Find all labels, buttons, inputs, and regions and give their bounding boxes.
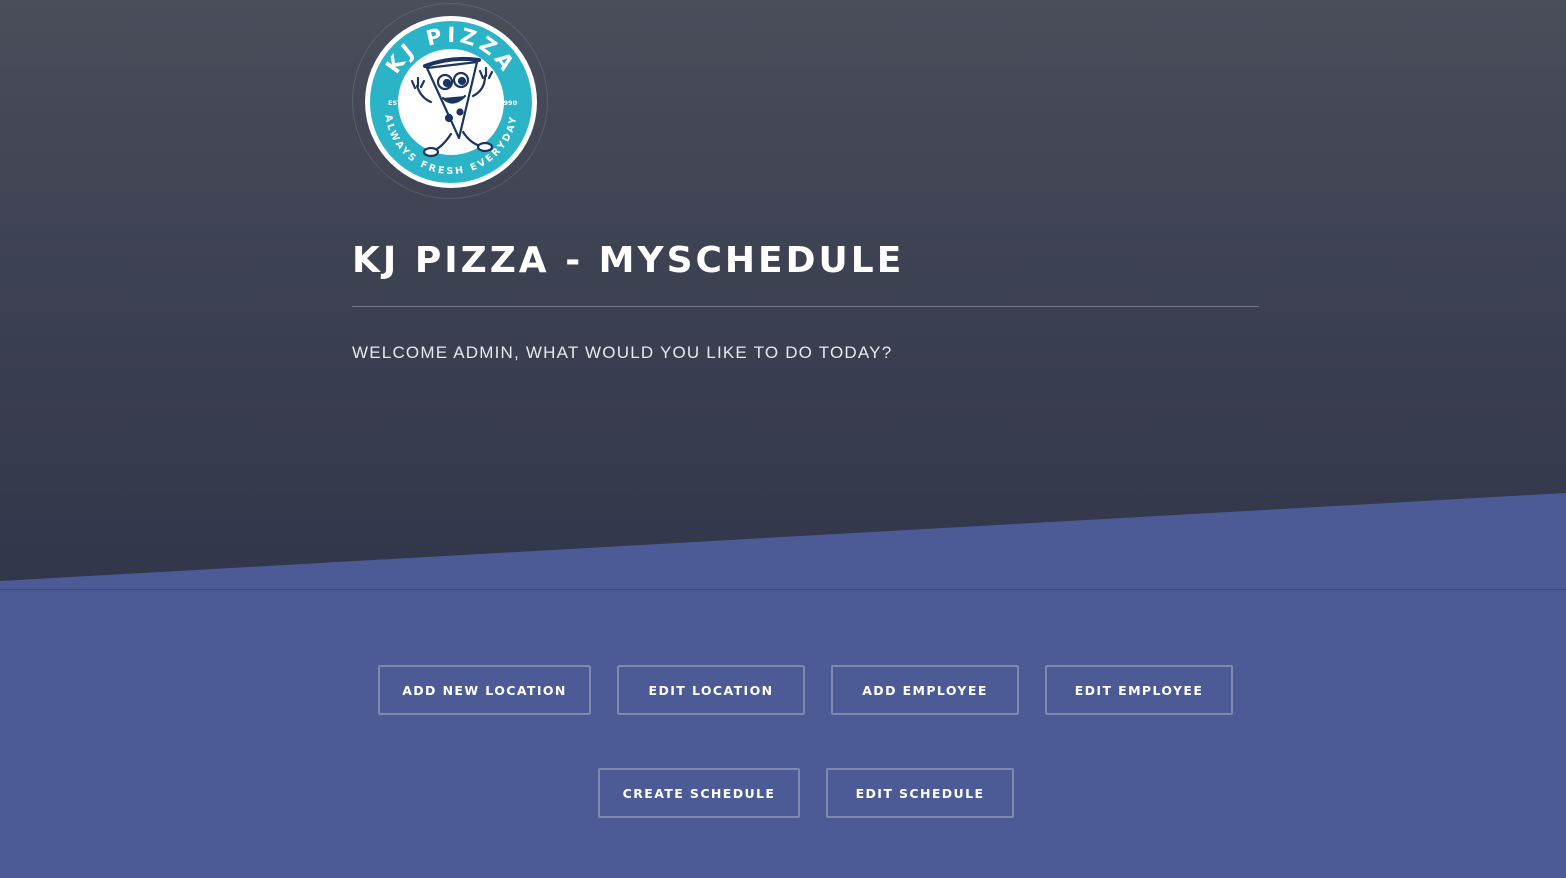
page-title: KJ PIZZA - MYSCHEDULE [352, 240, 905, 281]
add-employee-button[interactable]: ADD EMPLOYEE [831, 665, 1019, 715]
edit-schedule-button[interactable]: EDIT SCHEDULE [826, 768, 1014, 818]
welcome-message: WELCOME ADMIN, WHAT WOULD YOU LIKE TO DO… [352, 343, 893, 362]
logo-estd: ESTD [388, 99, 408, 107]
edit-employee-button[interactable]: EDIT EMPLOYEE [1045, 665, 1233, 715]
create-schedule-button[interactable]: CREATE SCHEDULE [598, 768, 800, 818]
add-new-location-button[interactable]: ADD NEW LOCATION [378, 665, 591, 715]
header-divider [352, 306, 1259, 307]
banner-slant [0, 493, 1566, 878]
logo-ring: KJ PIZZA ALWAYS FRESH EVERYDAY ESTD 1990 [352, 3, 548, 199]
page: KJ PIZZA ALWAYS FRESH EVERYDAY ESTD 1990 [0, 0, 1566, 878]
banner-bottom-line [0, 589, 1566, 590]
logo-year: 1990 [499, 99, 518, 107]
edit-location-button[interactable]: EDIT LOCATION [617, 665, 805, 715]
kj-pizza-logo[interactable]: KJ PIZZA ALWAYS FRESH EVERYDAY ESTD 1990 [365, 16, 537, 188]
